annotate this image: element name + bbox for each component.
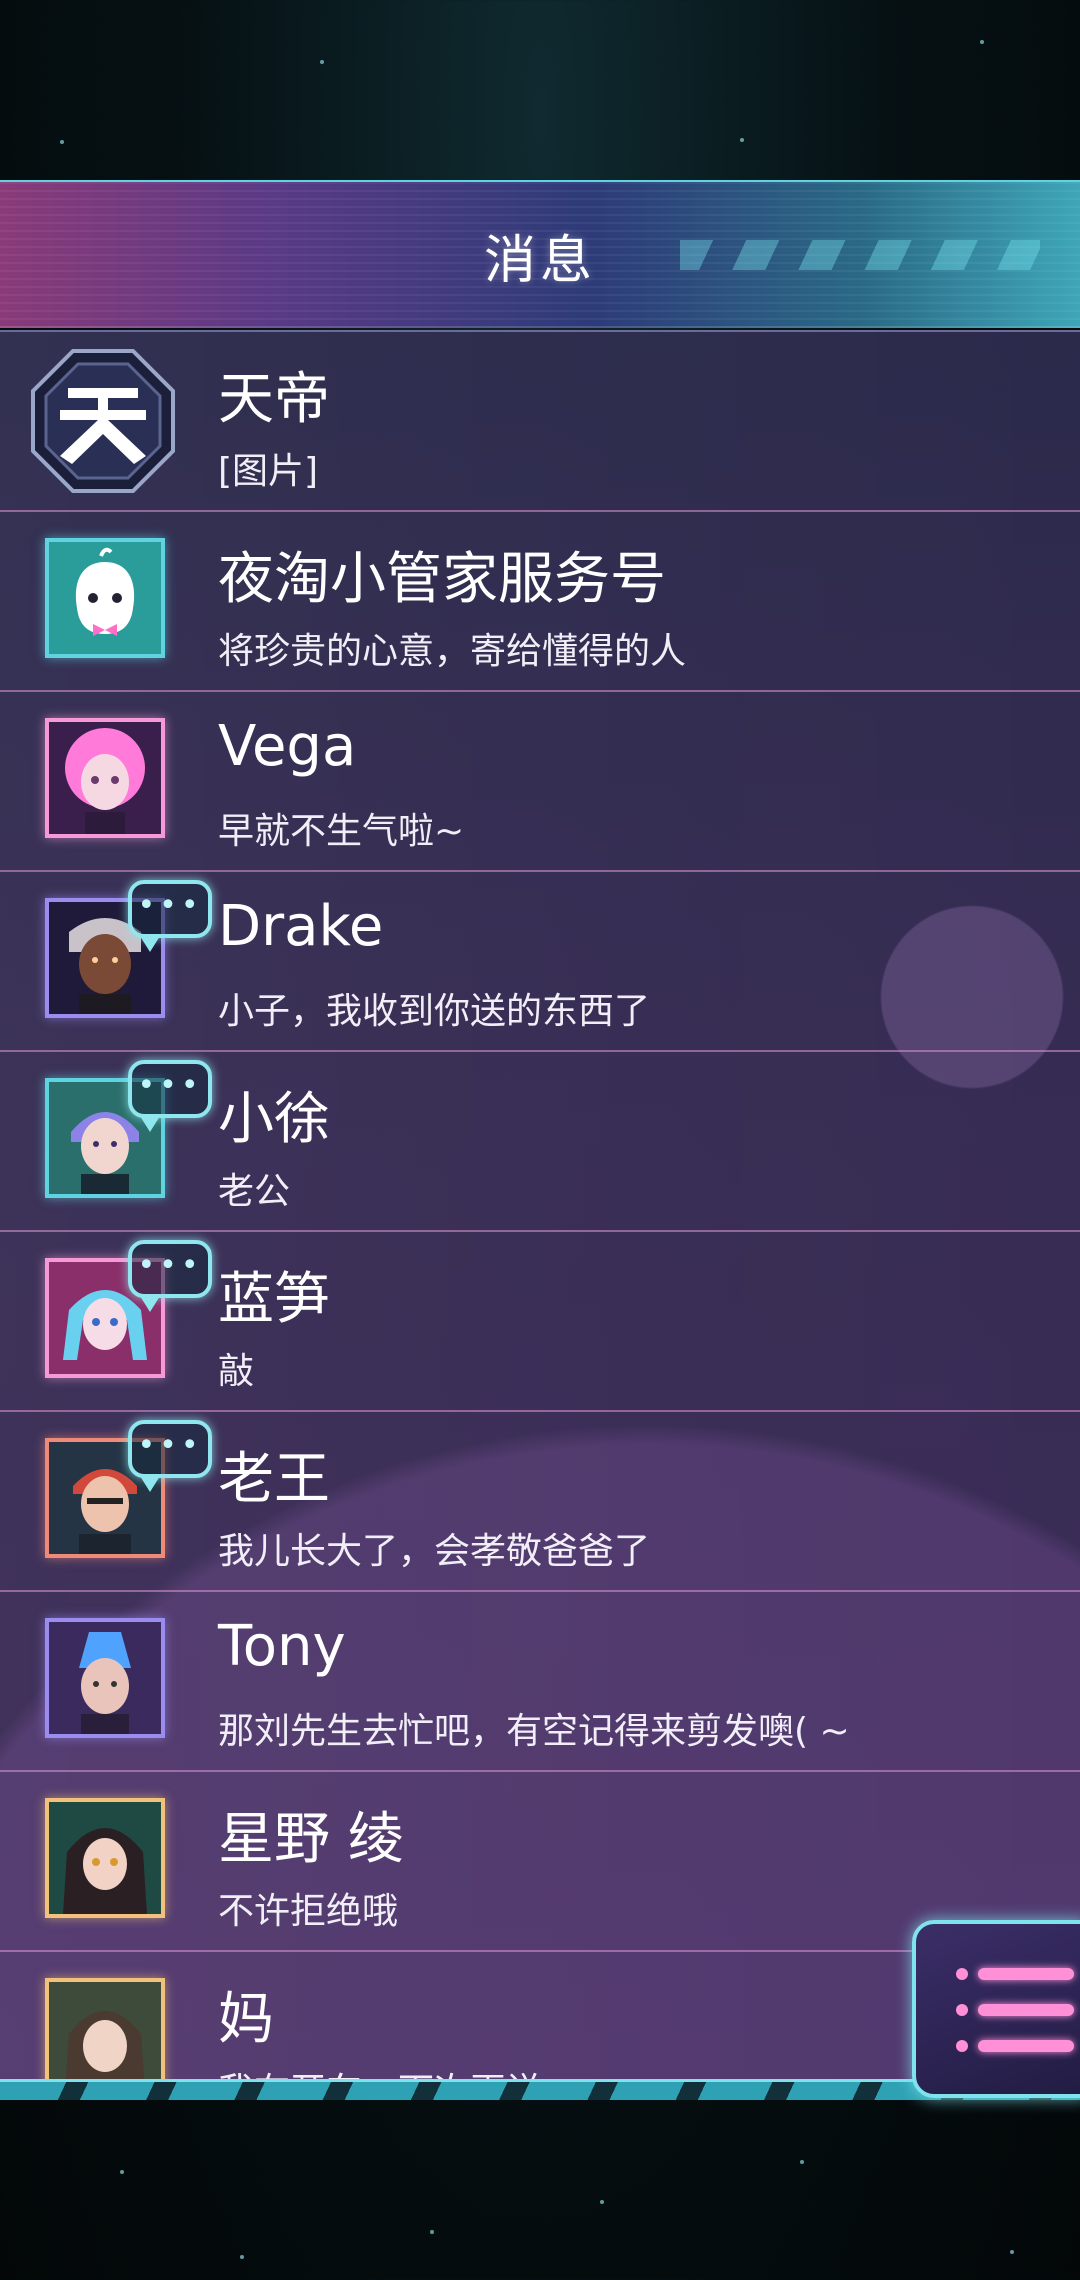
last-message: 我儿长大了，会孝敬爸爸了 xyxy=(218,1531,651,1572)
tian-emblem-icon xyxy=(31,349,175,493)
conversation-row[interactable]: ••• 小徐 老公 xyxy=(0,1052,1080,1232)
contact-name: 老王 xyxy=(218,1447,330,1512)
page-title: 消息 xyxy=(483,231,596,291)
last-message: 小子，我收到你送的东西了 xyxy=(218,991,651,1032)
blue-mohawk-man-icon xyxy=(79,1632,131,1734)
last-message: 将珍贵的心意，寄给懂得的人 xyxy=(218,631,687,672)
dark-hair-girl-icon xyxy=(63,1828,147,1914)
avatar xyxy=(28,346,178,496)
messages-header: 消息 xyxy=(0,180,1080,328)
conversation-row[interactable]: Vega 早就不生气啦~ xyxy=(0,692,1080,872)
unread-chat-bubble-icon: ••• xyxy=(128,1060,212,1132)
last-message: 不许拒绝哦 xyxy=(218,1891,399,1932)
conversation-row[interactable]: ••• Drake 小子，我收到你送的东西了 xyxy=(0,872,1080,1052)
avatar xyxy=(45,1978,165,2082)
avatar xyxy=(45,538,165,658)
last-message: [图片] xyxy=(218,451,319,492)
unread-chat-bubble-icon: ••• xyxy=(128,1240,212,1312)
unread-chat-bubble-icon: ••• xyxy=(128,880,212,952)
conversation-row[interactable]: 夜淘小管家服务号 将珍贵的心意，寄给懂得的人 xyxy=(0,512,1080,692)
avatar xyxy=(45,718,165,838)
last-message: 老公 xyxy=(218,1171,291,1212)
conversation-list[interactable]: 天帝 [图片] 夜淘小管家服务号 将珍贵的心意，寄给懂得的人 Vega 早就不生 xyxy=(0,330,1080,2082)
contact-name: 天帝 xyxy=(218,367,330,432)
mother-icon xyxy=(65,2011,145,2082)
avatar xyxy=(45,1798,165,1918)
contact-name: Vega xyxy=(218,714,357,779)
contact-name: 蓝笋 xyxy=(218,1267,330,1332)
conversation-row[interactable]: ••• 老王 我儿长大了，会孝敬爸爸了 xyxy=(0,1412,1080,1592)
contact-name: 星野 绫 xyxy=(218,1807,404,1872)
avatar xyxy=(45,1618,165,1738)
last-message: 敲 xyxy=(218,1351,255,1392)
contact-name: 小徐 xyxy=(218,1087,330,1152)
conversation-row[interactable]: ••• 蓝笋 敲 xyxy=(0,1232,1080,1412)
conversation-row[interactable]: Tony 那刘先生去忙吧，有空记得来剪发噢( ~ xyxy=(0,1592,1080,1772)
unread-chat-bubble-icon: ••• xyxy=(128,1420,212,1492)
contact-name: 妈 xyxy=(218,1987,274,2052)
ghost-mascot-icon xyxy=(75,547,135,636)
menu-button[interactable] xyxy=(912,1920,1080,2098)
pink-hair-girl-icon xyxy=(65,728,145,834)
conversation-row[interactable]: 天帝 [图片] xyxy=(0,332,1080,512)
last-message: 我在开车，下次再说 xyxy=(218,2062,542,2082)
contact-name: Drake xyxy=(218,894,384,959)
last-message: 早就不生气啦~ xyxy=(218,811,465,852)
last-message: 那刘先生去忙吧，有空记得来剪发噢( ~ xyxy=(218,1711,850,1752)
contact-name: Tony xyxy=(218,1614,346,1679)
contact-name: 夜淘小管家服务号 xyxy=(218,547,666,612)
